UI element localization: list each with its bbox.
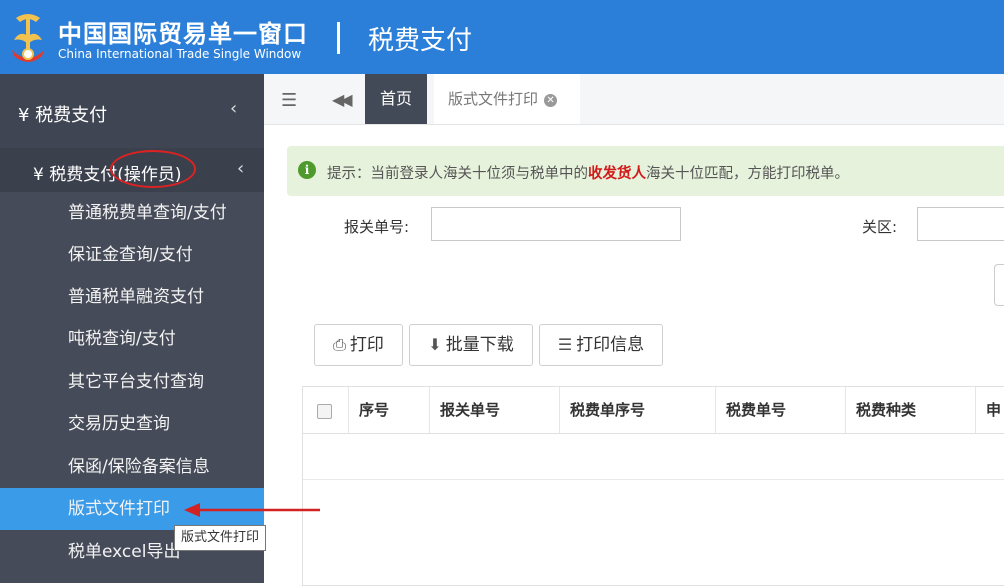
batch-download-button[interactable]: ⬇ 批量下载 (409, 324, 533, 366)
annotation-circle (110, 150, 196, 188)
column-header[interactable]: 税费单序号 (560, 387, 716, 433)
printer-icon: ⎙ (333, 335, 346, 354)
declaration-number-label: 报关单号: (344, 218, 410, 236)
sidebar-section[interactable]: ¥ 税费支付 ‹ (0, 74, 264, 148)
notice-prefix: 提示：当前登录人海关十位须与税单中的 (327, 166, 588, 182)
notice-text: 提示：当前登录人海关十位须与税单中的收发货人海关十位匹配，方能打印税单。 (327, 162, 849, 183)
data-table: 序号 报关单号 税费单序号 税费单号 税费种类 申 (302, 386, 1004, 586)
sidebar-section-label: ¥ 税费支付 (18, 105, 108, 126)
column-header[interactable]: 税费种类 (846, 387, 976, 433)
annotation-arrow (184, 503, 320, 517)
batch-download-label: 批量下载 (445, 335, 514, 355)
select-all-checkbox[interactable] (317, 404, 332, 419)
info-notice: i 提示：当前登录人海关十位须与税单中的收发货人海关十位匹配，方能打印税单。 (287, 146, 1004, 196)
customs-area-input[interactable] (917, 207, 1004, 241)
search-button-partial[interactable] (994, 264, 1004, 306)
column-header[interactable]: 报关单号 (430, 387, 560, 433)
print-info-button[interactable]: ☰ 打印信息 (539, 324, 663, 366)
chevron-left-icon: ‹ (237, 158, 245, 179)
tab-format-print[interactable]: 版式文件打印 ✕ (434, 74, 580, 124)
table-header: 序号 报关单号 税费单序号 税费单号 税费种类 申 (303, 387, 1004, 434)
tab-home[interactable]: 首页 (365, 74, 427, 124)
declaration-number-input[interactable] (431, 207, 681, 241)
customs-area-label: 关区: (862, 218, 898, 236)
column-header[interactable]: 税费单号 (716, 387, 846, 433)
module-title: 税费支付 (368, 26, 473, 56)
print-button[interactable]: ⎙ 打印 (314, 324, 403, 366)
sidebar-item-transaction-history[interactable]: 交易历史查询 (0, 403, 264, 445)
notice-suffix: 海关十位匹配，方能打印税单。 (646, 166, 849, 182)
tab-bar: ☰ ◀◀ 首页 版式文件打印 ✕ (264, 74, 1004, 125)
chevron-left-icon: ‹ (230, 98, 238, 119)
header-divider (337, 22, 340, 54)
list-icon: ☰ (557, 335, 573, 354)
close-icon[interactable]: ✕ (544, 94, 558, 107)
tab-label: 版式文件打印 (448, 90, 539, 108)
menu-toggle-icon[interactable]: ☰ (281, 90, 297, 111)
sidebar-item-tax-financing[interactable]: 普通税单融资支付 (0, 276, 264, 318)
sidebar-item-tonnage-tax[interactable]: 吨税查询/支付 (0, 318, 264, 360)
column-header[interactable]: 序号 (349, 387, 430, 433)
brand-title: 中国国际贸易单一窗口 (58, 20, 308, 48)
brand-subtitle: China International Trade Single Window (58, 47, 302, 61)
column-header[interactable]: 申 (976, 387, 1004, 433)
print-info-label: 打印信息 (576, 335, 645, 355)
select-all-cell (303, 387, 349, 433)
sidebar-item-guarantee-records[interactable]: 保函/保险备案信息 (0, 446, 264, 488)
sidebar-item-tax-bill-query[interactable]: 普通税费单查询/支付 (0, 192, 264, 234)
double-chevron-left-icon[interactable]: ◀◀ (332, 90, 353, 109)
info-icon: i (298, 161, 316, 179)
notice-highlight: 收发货人 (588, 166, 646, 182)
download-icon: ⬇ (428, 335, 442, 354)
sidebar-item-other-platform[interactable]: 其它平台支付查询 (0, 361, 264, 403)
app-header: 中国国际贸易单一窗口 China International Trade Sin… (0, 0, 1004, 74)
print-label: 打印 (349, 335, 384, 355)
table-row (303, 433, 1004, 480)
sidebar-item-deposit-query[interactable]: 保证金查询/支付 (0, 234, 264, 276)
sidebar-tooltip: 版式文件打印 (174, 525, 267, 551)
customs-emblem-icon (12, 14, 44, 62)
